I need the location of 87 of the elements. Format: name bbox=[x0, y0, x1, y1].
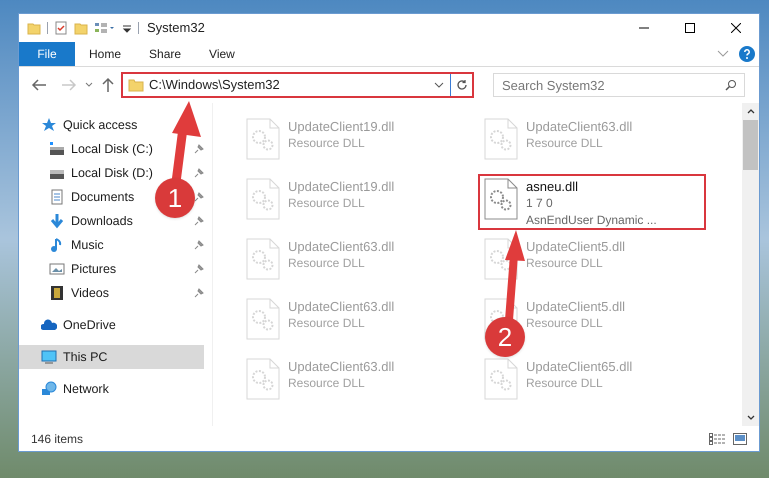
scroll-down-icon[interactable] bbox=[746, 415, 754, 421]
gear-file-icon bbox=[484, 358, 518, 400]
nav-label: Local Disk (C:) bbox=[71, 140, 154, 158]
monitor-icon bbox=[41, 349, 57, 365]
gear-file-icon bbox=[246, 358, 280, 400]
nav-item[interactable]: Videos bbox=[19, 281, 113, 305]
pin-icon[interactable] bbox=[194, 216, 204, 226]
nav-label: Music bbox=[71, 236, 105, 254]
pictures-icon bbox=[49, 261, 65, 277]
nav-label: Pictures bbox=[71, 260, 118, 278]
window-title: System32 bbox=[147, 19, 205, 38]
gear-file-icon bbox=[484, 118, 518, 160]
nav-item[interactable]: Pictures bbox=[19, 257, 120, 281]
cloud-icon bbox=[41, 317, 57, 333]
address-path: C:\Windows\System32 bbox=[149, 76, 280, 94]
pin-icon[interactable] bbox=[194, 288, 204, 298]
file-detail: AsnEndUser Dynamic ... bbox=[526, 212, 657, 229]
nav-label: Downloads bbox=[71, 212, 134, 230]
view-options-icon[interactable] bbox=[94, 21, 116, 35]
gear-file-icon bbox=[246, 118, 280, 160]
scrollbar-thumb[interactable] bbox=[743, 120, 758, 170]
file-detail: Resource DLL bbox=[288, 195, 366, 212]
search-field[interactable]: Search System32 bbox=[493, 73, 745, 97]
file-detail: Resource DLL bbox=[288, 375, 366, 392]
file-detail: Resource DLL bbox=[288, 255, 366, 272]
file-detail: Resource DLL bbox=[526, 135, 604, 152]
pin-icon[interactable] bbox=[194, 192, 204, 202]
nav-label: Local Disk (D:) bbox=[71, 164, 154, 182]
dropdown-caret-icon[interactable] bbox=[434, 82, 444, 88]
gear-file-icon bbox=[246, 238, 280, 280]
item-count: 146 items bbox=[31, 430, 84, 448]
network-icon bbox=[41, 381, 57, 397]
file-name[interactable]: asneu.dll bbox=[526, 178, 657, 195]
file-detail: Resource DLL bbox=[288, 315, 366, 332]
nav-label: This PC bbox=[63, 348, 108, 366]
scrollbar[interactable] bbox=[742, 103, 759, 426]
drive-c-icon bbox=[49, 141, 65, 157]
nav-label: Network bbox=[63, 380, 110, 398]
file-detail: Resource DLL bbox=[288, 135, 366, 152]
ribbon-tab[interactable]: Home bbox=[75, 42, 136, 66]
help-icon[interactable] bbox=[739, 46, 755, 62]
download-icon bbox=[49, 213, 65, 229]
nav-item[interactable]: OneDrive bbox=[19, 313, 120, 337]
nav-item[interactable]: Documents bbox=[19, 185, 138, 209]
pin-icon[interactable] bbox=[194, 168, 204, 178]
close-icon bbox=[731, 23, 741, 33]
ribbon-tab[interactable]: Share bbox=[135, 42, 196, 66]
pin-icon[interactable] bbox=[194, 240, 204, 250]
nav-item[interactable]: Downloads bbox=[19, 209, 137, 233]
file-tab[interactable]: File bbox=[19, 42, 75, 66]
dropdown-caret-icon[interactable] bbox=[85, 82, 93, 88]
gear-file-icon bbox=[246, 298, 280, 340]
back-arrow-icon[interactable] bbox=[31, 78, 47, 92]
refresh-icon bbox=[456, 79, 468, 91]
gear-file-icon bbox=[484, 178, 518, 220]
file-detail: Resource DLL bbox=[526, 315, 604, 332]
nav-item[interactable]: Quick access bbox=[19, 113, 142, 137]
search-icon bbox=[725, 79, 737, 91]
nav-label: Videos bbox=[71, 284, 110, 302]
nav-label: OneDrive bbox=[63, 316, 117, 334]
address-bar[interactable]: C:\Windows\System32 bbox=[121, 72, 474, 98]
highlighted-file-item[interactable]: asneu.dll 1 7 0 AsnEndUser Dynamic ... bbox=[478, 174, 706, 230]
nav-item[interactable]: Music bbox=[19, 233, 108, 257]
videos-icon bbox=[49, 285, 65, 301]
ribbon-tab[interactable]: View bbox=[195, 42, 249, 66]
document-icon bbox=[49, 189, 65, 205]
up-arrow-icon[interactable] bbox=[101, 77, 115, 93]
gear-file-icon bbox=[246, 178, 280, 220]
nav-item[interactable]: Local Disk (D:) bbox=[19, 161, 157, 185]
file-detail: 1 7 0 bbox=[526, 195, 554, 212]
nav-item[interactable]: Network bbox=[19, 377, 113, 401]
pin-icon[interactable] bbox=[194, 144, 204, 154]
nav-label: Documents bbox=[71, 188, 136, 206]
large-icons-view-icon[interactable] bbox=[733, 432, 747, 444]
file-detail: Resource DLL bbox=[526, 375, 604, 392]
file-detail: Resource DLL bbox=[526, 255, 604, 272]
chevron-down-icon[interactable] bbox=[717, 50, 729, 58]
nav-item[interactable]: This PC bbox=[19, 345, 204, 369]
folder-icon bbox=[128, 78, 144, 92]
details-view-icon[interactable] bbox=[709, 432, 725, 444]
properties-icon[interactable] bbox=[54, 21, 68, 35]
star-icon bbox=[41, 117, 57, 133]
maximize-icon bbox=[685, 23, 695, 33]
nav-label: Quick access bbox=[63, 116, 138, 134]
scroll-up-icon[interactable] bbox=[746, 108, 754, 114]
pin-icon[interactable] bbox=[194, 264, 204, 274]
nav-item[interactable]: Local Disk (C:) bbox=[19, 137, 157, 161]
